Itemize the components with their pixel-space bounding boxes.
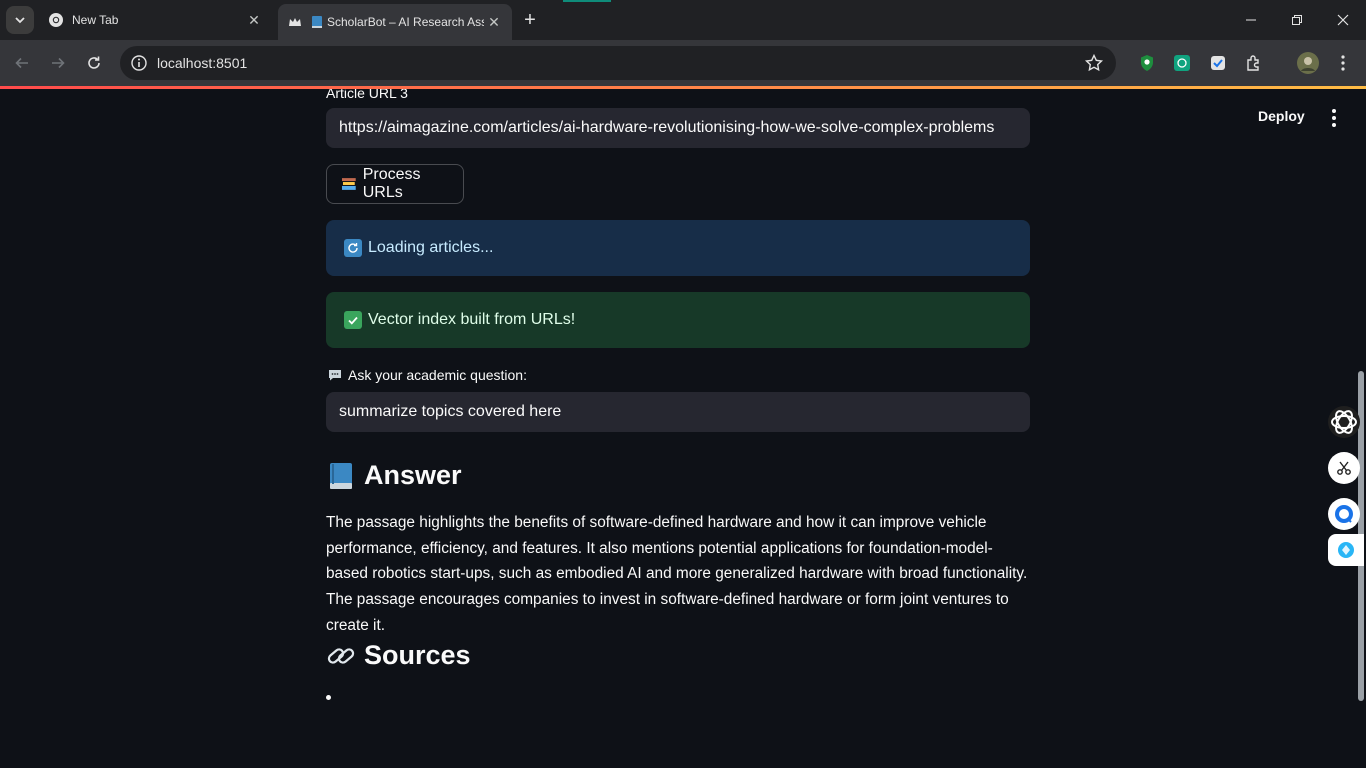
arrow-right-icon <box>52 57 65 69</box>
site-info-icon[interactable] <box>130 54 148 72</box>
refresh-arrows-icon <box>344 239 362 257</box>
chrome-icon <box>48 12 64 28</box>
chevron-down-icon <box>15 17 25 24</box>
shield-extension-icon[interactable] <box>1137 53 1157 73</box>
restore-icon <box>1292 15 1302 25</box>
process-urls-button[interactable]: Process URLs <box>326 164 464 204</box>
process-urls-label: Process URLs <box>362 166 421 201</box>
success-alert-text: Vector index built from URLs! <box>368 311 576 328</box>
speech-bubble-icon <box>329 370 341 381</box>
browser-tabstrip: New Tab ✕ ScholarBot – AI Research Ass ✕… <box>0 0 1366 40</box>
question-label-text: Ask your academic question: <box>348 367 527 383</box>
back-button[interactable] <box>7 48 37 78</box>
book-icon <box>311 14 323 30</box>
url3-input[interactable]: https://aimagazine.com/articles/ai-hardw… <box>326 108 1030 148</box>
arrow-left-icon <box>15 57 28 69</box>
tab-title: New Tab <box>72 13 119 27</box>
main-menu-button[interactable] <box>1324 108 1344 128</box>
browser-menu-icon[interactable] <box>1333 53 1353 73</box>
close-tab-icon[interactable]: ✕ <box>484 12 504 32</box>
close-window-button[interactable] <box>1320 0 1366 40</box>
info-alert-text: Loading articles... <box>368 239 494 256</box>
streamlit-crown-icon <box>287 14 303 30</box>
answer-text: The passage highlights the benefits of s… <box>326 514 1028 634</box>
reload-icon <box>88 56 100 69</box>
info-alert: Loading articles... <box>326 220 1030 276</box>
address-bar[interactable]: localhost:8501 <box>120 46 1116 80</box>
answer-heading-text: Answer <box>364 460 462 490</box>
close-icon <box>1337 14 1349 26</box>
url-text[interactable]: localhost:8501 <box>157 55 247 71</box>
reload-button[interactable] <box>79 48 109 78</box>
tab-title: ScholarBot – AI Research Ass <box>327 15 484 29</box>
blue-book-icon <box>330 462 352 489</box>
answer-heading: Answer <box>326 460 462 491</box>
chatgpt-extension-icon[interactable] <box>1172 53 1192 73</box>
check-mark-icon <box>344 311 362 329</box>
sources-heading-text: Sources <box>364 640 471 670</box>
question-input[interactable]: summarize topics covered here <box>326 392 1030 432</box>
success-alert: Vector index built from URLs! <box>326 292 1030 348</box>
gem-widget-icon[interactable] <box>1328 534 1364 566</box>
close-tab-icon[interactable]: ✕ <box>244 10 264 30</box>
puzzle-extensions-icon[interactable] <box>1244 53 1264 73</box>
bookmark-star-icon[interactable] <box>1084 53 1104 73</box>
tab-scholarbot[interactable]: ScholarBot – AI Research Ass ✕ <box>278 4 512 40</box>
question-label: Ask your academic question: <box>328 367 527 383</box>
minimize-button[interactable] <box>1228 0 1274 40</box>
restore-button[interactable] <box>1274 0 1320 40</box>
checkbox-extension-icon[interactable] <box>1208 53 1228 73</box>
books-icon <box>341 178 356 190</box>
chat-widget-icon[interactable] <box>1328 498 1360 530</box>
sources-heading: Sources <box>326 640 471 671</box>
source-list-item <box>326 695 331 700</box>
scissors-widget-icon[interactable] <box>1328 452 1360 484</box>
tab-accent-line <box>563 0 611 2</box>
ai-assistant-widget-icon[interactable] <box>1328 406 1360 438</box>
deploy-button[interactable]: Deploy <box>1258 108 1305 124</box>
streamlit-app: Deploy Article URL 3 https://aimagazine.… <box>0 89 1366 768</box>
tab-new-tab[interactable]: New Tab ✕ <box>40 4 272 36</box>
link-icon <box>327 647 355 664</box>
minimize-icon <box>1246 19 1256 21</box>
url3-label: Article URL 3 <box>326 89 408 101</box>
tab-search-button[interactable] <box>6 6 34 34</box>
new-tab-button[interactable]: + <box>518 8 542 32</box>
profile-avatar[interactable] <box>1296 51 1320 75</box>
forward-button[interactable] <box>43 48 73 78</box>
browser-toolbar: localhost:8501 <box>0 40 1366 86</box>
